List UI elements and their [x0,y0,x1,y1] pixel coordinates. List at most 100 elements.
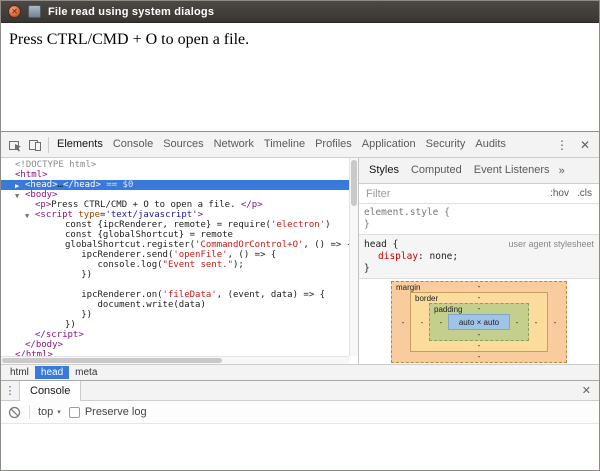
titlebar: ✕ File read using system dialogs [1,1,599,23]
devtools-tab-profiles[interactable]: Profiles [310,132,357,157]
preserve-log-label: Preserve log [85,406,147,418]
rule-selector[interactable]: head { [364,239,398,251]
margin-bottom-value[interactable]: - [396,352,562,362]
breadcrumb-item-meta[interactable]: meta [69,366,103,379]
drawer-tab-console[interactable]: Console [19,381,81,401]
border-left-value[interactable]: - [415,318,429,327]
preserve-log-checkbox[interactable] [69,407,80,418]
dom-tree-line[interactable]: </body> [1,340,358,350]
devtools-close-icon[interactable]: ✕ [575,138,595,152]
devtools-tab-sources[interactable]: Sources [158,132,208,157]
drawer-header: ⋮ Console ✕ [1,380,599,401]
close-icon: ✕ [11,7,18,17]
dom-tree-line[interactable]: }) [1,320,358,330]
sidebar-tabs-list: StylesComputedEvent Listeners [363,158,556,183]
dom-tree-line[interactable]: document.write(data) [1,300,358,310]
devtools-toolbar: ElementsConsoleSourcesNetworkTimelinePro… [1,132,599,158]
dom-tree-line[interactable]: </script> [1,330,358,340]
box-model-content[interactable]: auto × auto [448,314,510,330]
devtools-main: <!DOCTYPE html><html>▶<head>…</head> == … [1,158,599,364]
toggle-element-state-button[interactable]: :hov [550,188,569,199]
dom-tree-line[interactable] [1,280,358,290]
css-property-value[interactable]: none; [430,251,459,262]
more-tabs-icon[interactable]: » [556,165,568,177]
styles-filter-input[interactable]: Filter [366,188,542,200]
box-model-section: margin - - border - - padding [359,279,599,364]
margin-left-value[interactable]: - [396,318,410,327]
element-style-selector[interactable]: element.style { [364,207,450,218]
breadcrumb-item-head[interactable]: head [35,366,69,379]
device-toolbar-icon[interactable] [25,132,45,158]
box-model-border[interactable]: border - - padding - - [410,292,548,352]
padding-left-value[interactable]: - [434,318,448,327]
element-style-section[interactable]: element.style { } [359,204,599,235]
css-property-name[interactable]: display [378,251,418,262]
breadcrumb-item-html[interactable]: html [4,366,35,379]
window-close-button[interactable]: ✕ [8,5,21,18]
devtools-menu-icon[interactable]: ⋮ [551,138,573,152]
styles-filter-bar: Filter :hov .cls [359,184,599,204]
horizontal-scrollbar-thumb[interactable] [2,358,222,363]
vertical-scrollbar[interactable] [349,158,358,356]
horizontal-scrollbar[interactable] [1,356,349,364]
margin-top-value[interactable]: - [396,282,562,292]
drawer-close-icon[interactable]: ✕ [574,384,599,397]
devtools-tab-network[interactable]: Network [209,132,259,157]
dom-tree-line[interactable]: ipcRenderer.send('openFile', () => { [1,250,358,260]
dom-tree-line[interactable]: <p>Press CTRL/CMD + O to open a file. </… [1,200,358,210]
window-title: File read using system dialogs [48,6,214,18]
dom-tree-line[interactable]: console.log("Event sent."); [1,260,358,270]
vertical-scrollbar-thumb[interactable] [351,160,357,206]
dom-tree-line[interactable]: }) [1,270,358,280]
content-size: auto × auto [459,318,499,327]
toolbar-separator [48,137,49,153]
app-icon [28,5,41,18]
elements-panel: <!DOCTYPE html><html>▶<head>…</head> == … [1,158,359,364]
dom-tree-line[interactable]: globalShortcut.register('CommandOrContro… [1,240,358,250]
dom-tree: <!DOCTYPE html><html>▶<head>…</head> == … [1,158,358,360]
dom-tree-line[interactable]: ipcRenderer.on('fileData', (event, data)… [1,290,358,300]
devtools-tab-audits[interactable]: Audits [470,132,511,157]
devtools-tab-console[interactable]: Console [108,132,158,157]
dropdown-caret-icon: ▾ [57,408,61,416]
dom-tree-line[interactable]: const {globalShortcut} = remote [1,230,358,240]
breadcrumb: htmlheadmeta [1,364,599,380]
rule-close-brace: } [364,263,370,274]
dom-tree-line[interactable]: <html> [1,170,358,180]
box-model-padding[interactable]: padding - - auto × auto - [429,303,529,341]
sidebar-tab-styles[interactable]: Styles [363,158,405,183]
sidebar-tab-event-listeners[interactable]: Event Listeners [468,158,556,183]
dom-tree-line[interactable]: ▶<head>…</head> == $0 [1,180,358,190]
devtools-tab-application[interactable]: Application [357,132,421,157]
console-toolbar-separator [29,405,30,419]
app-window: ✕ File read using system dialogs Press C… [0,0,600,471]
css-property-separator: : [418,251,429,262]
toolbar-right-icons: ⋮ ✕ [551,138,595,152]
padding-bottom-value[interactable]: - [434,330,524,340]
element-style-close-brace: } [364,219,370,230]
dom-tree-line[interactable]: }) [1,310,358,320]
sidebar-tab-computed[interactable]: Computed [405,158,468,183]
inspect-element-icon[interactable] [5,132,25,158]
devtools-tab-elements[interactable]: Elements [52,132,108,157]
margin-right-value[interactable]: - [548,318,562,327]
clear-console-button[interactable] [8,406,21,419]
devtools-tab-timeline[interactable]: Timeline [259,132,310,157]
padding-right-value[interactable]: - [510,318,524,327]
border-right-value[interactable]: - [529,318,543,327]
sidebar-tabs: StylesComputedEvent Listeners » [359,158,599,184]
drawer-menu-icon[interactable]: ⋮ [1,384,19,397]
devtools-tabs: ElementsConsoleSourcesNetworkTimelinePro… [52,132,511,157]
box-model-margin[interactable]: margin - - border - - padding [391,281,567,363]
border-bottom-value[interactable]: - [415,341,543,351]
page-message: Press CTRL/CMD + O to open a file. [9,31,591,49]
dom-tree-line[interactable]: ▼<script type='text/javascript'> [1,210,358,220]
preserve-log-toggle[interactable]: Preserve log [69,406,147,418]
dom-tree-line[interactable]: <!DOCTYPE html> [1,160,358,170]
element-classes-button[interactable]: .cls [577,188,592,199]
frame-context-select[interactable]: top ▾ [38,406,61,418]
dom-tree-line[interactable]: ▼<body> [1,190,358,200]
devtools-tab-security[interactable]: Security [421,132,471,157]
dom-tree-line[interactable]: const {ipcRenderer, remote} = require('e… [1,220,358,230]
frame-context-label: top [38,406,53,418]
